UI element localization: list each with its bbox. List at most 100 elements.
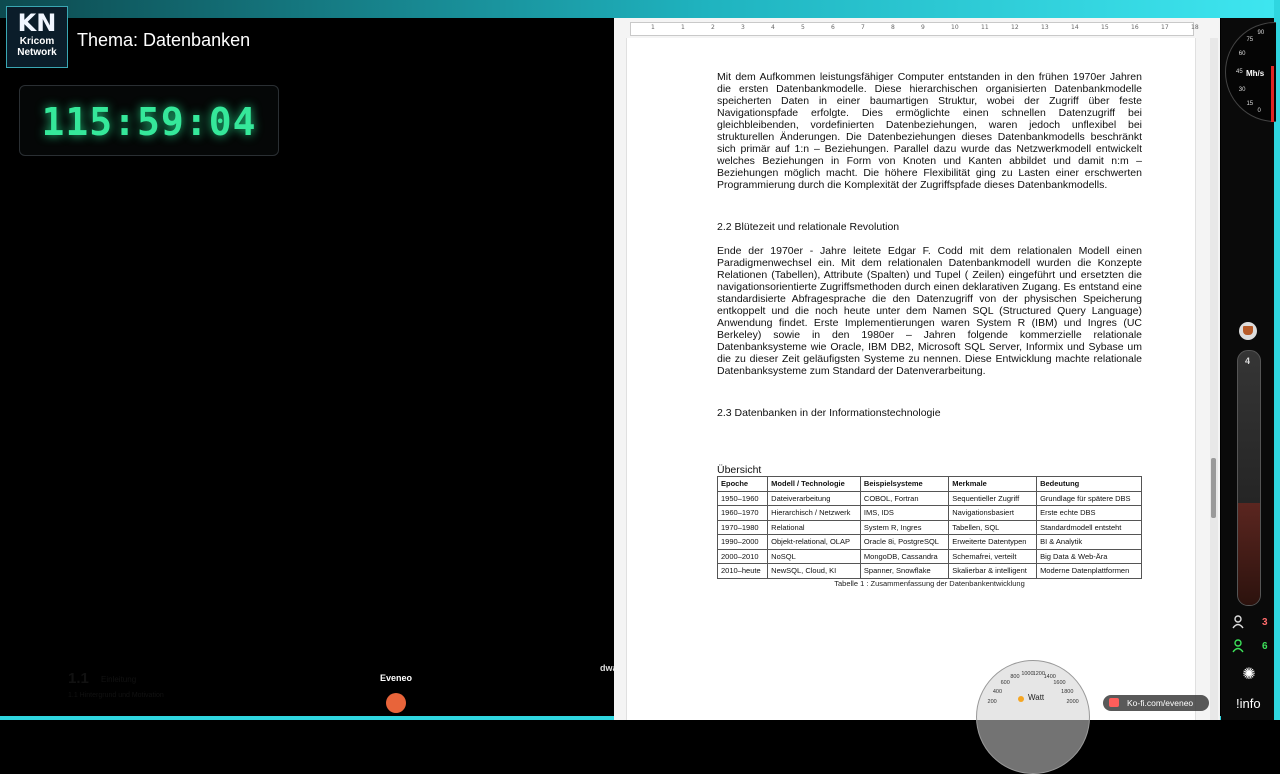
table-title: Übersicht (717, 464, 762, 476)
viewer-count-value: 3 (1262, 617, 1268, 628)
watt-label: Watt (1028, 693, 1045, 702)
speedometer-tick-label: 45 (1236, 69, 1243, 75)
watt-tick-label: 200 (987, 698, 997, 705)
vertical-scrollbar[interactable] (1210, 38, 1218, 720)
document-content: Mit dem Aufkommen leistungsfähiger Compu… (716, 71, 1142, 588)
ruler-tick-label: 6 (831, 24, 835, 31)
table-cell: System R, Ingres (859, 519, 950, 535)
overview-table: Epoche Modell / Technologie Beispielsystem… (716, 476, 1142, 579)
table-header-cell: Modell / Technologie (767, 476, 861, 492)
watt-tick-label: 1600 (1053, 680, 1066, 687)
table-cell: 1950–1960 (716, 490, 769, 506)
ruler-tick-label: 10 (951, 24, 959, 31)
table-cell: Schemafrei, verteilt (948, 548, 1038, 564)
table-cell: COBOL, Fortran (859, 490, 950, 506)
table-cell: Erweiterte Datentypen (948, 534, 1038, 550)
ruler-tick-label: 2 (711, 24, 715, 31)
table-row: 2010–heute NewSQL, Cloud, KI Spanner, Snow… (716, 563, 1142, 579)
coffee-level-fill (1238, 503, 1260, 605)
table-cell: Standardmodell entsteht (1036, 519, 1142, 535)
watt-tick-label: 1800 (1061, 688, 1074, 695)
table-cell: Navigationsbasiert (948, 505, 1038, 521)
document-page[interactable]: Mit dem Aufkommen leistungsfähiger Compu… (626, 38, 1196, 720)
watt-gauge: 200 400 600 800 1000 1200 1400 1600 1800 2000 (976, 660, 1090, 774)
watt-tick-label: 600 (1000, 680, 1010, 687)
table-cell: Objekt-relational, OLAP (767, 534, 861, 550)
watt-tick-label: 2000 (1066, 698, 1079, 705)
kofi-badge[interactable]: Ko-fi.com/eveneo (1103, 695, 1209, 711)
ruler-tick-label: 18 (1191, 24, 1199, 31)
ruler-tick-label: 16 (1131, 24, 1139, 31)
watt-tick-label: 800 (1010, 674, 1020, 681)
ruler-tick-label: 14 (1071, 24, 1079, 31)
countdown-timer-panel: 115:59:04 (19, 85, 279, 156)
kofi-cup-icon (1109, 698, 1119, 707)
table-header-cell: Epoche (716, 476, 769, 492)
table-cell: 1970–1980 (716, 519, 769, 535)
ruler-tick-label: 9 (921, 24, 925, 31)
coffee-level-tube (1237, 350, 1261, 606)
ruler-tick-label: 12 (1011, 24, 1019, 31)
table-header-row: Epoche Modell / Technologie Beispielsystem… (716, 476, 1142, 492)
info-command-label: !info (1236, 696, 1261, 711)
table-cell: IMS, IDS (859, 505, 950, 521)
ruler-tick-label: 8 (891, 24, 895, 31)
table-cell: BI & Analytik (1036, 534, 1142, 550)
watt-tick-label: 400 (992, 688, 1003, 695)
table-cell: 1990–2000 (716, 534, 769, 550)
top-frame-bar (0, 0, 1280, 18)
table-cell: Grundlage für spätere DBS (1036, 490, 1142, 506)
table-row: 1960–1970 Hierarchisch / Netzwerk IMS, IDS… (716, 505, 1142, 521)
stream-theme-title: Thema: Datenbanken (77, 30, 251, 50)
paragraph-relational: Ende der 1970er - Jahre leitete Edgar F.… (717, 245, 1142, 377)
ruler-tick-label: 3 (741, 24, 745, 31)
ruler-tick-label: 15 (1101, 24, 1109, 31)
table-cell: 2000–2010 (716, 548, 769, 564)
follower-count-value: 6 (1262, 641, 1268, 652)
section-1-1-number: 1.1 (68, 670, 89, 687)
user-label-eveneo: Eveneo (380, 673, 413, 683)
countdown-timer: 115:59:04 (41, 100, 257, 144)
follower-person-icon (1232, 639, 1244, 653)
info-bot-icon: ✺ (1242, 666, 1256, 683)
section-1-1-1: 1.1 Hintergrund und Motivation (68, 692, 164, 699)
table-cell: MongoDB, Cassandra (859, 548, 950, 564)
viewer-person-icon (1232, 615, 1244, 629)
logo-initials: KN (17, 9, 57, 37)
table-cell: Tabellen, SQL (948, 519, 1038, 535)
section-1-1-title: Einleitung (101, 675, 137, 684)
speedometer-tick-label: 15 (1246, 101, 1254, 108)
table-cell: Hierarchisch / Netzwerk (767, 505, 861, 521)
horizontal-ruler[interactable]: 1 1 2 3 4 5 6 7 8 9 10 11 12 13 14 15 16 17 18 (630, 22, 1199, 36)
table-cell: Relational (767, 519, 861, 535)
table-cell: Skalierbar & intelligent (948, 563, 1038, 579)
table-cell: Moderne Datenplattformen (1036, 563, 1142, 579)
coffee-liquid-icon (1243, 326, 1253, 335)
ruler-tick-label: 1 (681, 24, 685, 31)
ruler-tick-label: 5 (801, 24, 805, 31)
kricom-network-logo: KN Kricom Network (6, 6, 68, 68)
ruler-tick-label: 1 (651, 24, 655, 31)
table-header-cell: Merkmale (948, 476, 1038, 492)
table-cell: 2010–heute (716, 563, 769, 579)
table-cell: Big Data & Web-Ära (1036, 548, 1142, 564)
speedometer-tick-label: 60 (1238, 51, 1246, 58)
table-cell: Spanner, Snowflake (859, 563, 950, 579)
table-row: 2000–2010 NoSQL MongoDB, Cassandra Schemafr… (716, 548, 1142, 564)
table-cell: NewSQL, Cloud, KI (767, 563, 861, 579)
table-row: 1950–1960 Dateiverarbeitung COBOL, Fortran… (716, 490, 1142, 506)
speedometer-tick-label: 90 (1257, 29, 1265, 36)
viewer-count: 3 (1226, 612, 1274, 634)
table-cell: NoSQL (767, 548, 861, 564)
speedometer-tick-label: 75 (1246, 36, 1254, 43)
heading-2-2: 2.2 Blütezeit und relationale Revolution (717, 221, 900, 233)
coffee-level-number: 4 (1245, 356, 1251, 366)
speedometer-tick-label: 0 (1257, 108, 1261, 115)
heading-2-3: 2.3 Datenbanken in der Informationstechn… (717, 407, 941, 419)
logo-line1: Kricom (19, 36, 55, 47)
watt-indicator-icon (1018, 696, 1024, 702)
scrollbar-thumb[interactable] (1211, 458, 1216, 518)
kofi-link-text: Ko-fi.com/eveneo (1127, 698, 1194, 708)
table-header-cell: Beispielsysteme (859, 476, 950, 492)
table-cell: Oracle 8i, PostgreSQL (859, 534, 950, 550)
